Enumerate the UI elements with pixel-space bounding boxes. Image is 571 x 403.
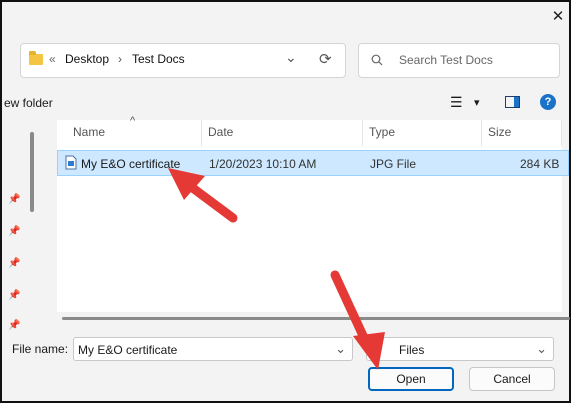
pin-icon: 📌 [8, 194, 21, 205]
close-icon: ✕ [551, 8, 565, 25]
table-row[interactable]: My E&O certificate 1/20/2023 10:10 AM JP… [57, 150, 569, 176]
column-divider[interactable] [561, 120, 562, 146]
breadcrumb-test-docs[interactable]: Test Docs [132, 52, 185, 66]
column-divider[interactable] [201, 120, 202, 146]
overflow-chevron[interactable]: « [49, 52, 56, 66]
image-file-icon [65, 155, 77, 170]
file-open-dialog: ✕ « Desktop › Test Docs ⌄ ⟳ Search Test … [0, 0, 571, 403]
view-options-icon[interactable]: ☰ [450, 94, 463, 111]
pin-icon: 📌 [8, 258, 21, 269]
file-name-cell: My E&O certificate [81, 157, 181, 171]
cancel-button[interactable]: Cancel [469, 367, 555, 391]
open-button[interactable]: Open [368, 367, 454, 391]
file-type-value: Files [399, 343, 425, 357]
file-list: ^ Name Date Type Size [57, 115, 562, 312]
search-box[interactable]: Search Test Docs [358, 43, 560, 78]
folder-icon [29, 51, 43, 65]
address-dropdown-icon[interactable]: ⌄ [285, 49, 297, 66]
horizontal-scrollbar[interactable] [62, 317, 570, 320]
refresh-icon[interactable]: ⟳ [319, 50, 332, 68]
breadcrumb-separator: › [118, 52, 122, 66]
help-icon[interactable]: ? [540, 94, 556, 110]
file-size-cell: 284 KB [520, 157, 560, 171]
column-header-size[interactable]: Size [488, 125, 511, 139]
address-bar[interactable]: « Desktop › Test Docs ⌄ ⟳ [20, 43, 346, 78]
column-divider[interactable] [362, 120, 363, 146]
nav-scrollbar[interactable] [30, 132, 34, 212]
column-header-name[interactable]: Name [73, 125, 105, 139]
sort-indicator-icon: ^ [130, 115, 136, 127]
preview-pane-icon[interactable] [505, 96, 520, 108]
column-header-date[interactable]: Date [208, 125, 233, 139]
file-type-select[interactable]: Files ⌄ [366, 337, 554, 361]
file-name-input[interactable]: My E&O certificate ⌄ [73, 337, 353, 361]
column-divider[interactable] [481, 120, 482, 146]
pin-icon: 📌 [8, 320, 21, 331]
search-icon [371, 54, 383, 66]
file-date-cell: 1/20/2023 10:10 AM [209, 157, 317, 171]
file-name-dropdown-icon[interactable]: ⌄ [335, 341, 346, 357]
column-header-type[interactable]: Type [369, 125, 395, 139]
pin-icon: 📌 [8, 226, 21, 237]
view-dropdown-icon[interactable]: ▾ [474, 96, 480, 109]
new-folder-button[interactable]: ew folder [4, 96, 53, 110]
breadcrumb-desktop[interactable]: Desktop [65, 52, 109, 66]
file-type-dropdown-icon[interactable]: ⌄ [536, 341, 547, 357]
file-name-value: My E&O certificate [78, 343, 178, 357]
close-button[interactable]: ✕ [546, 6, 570, 28]
search-placeholder: Search Test Docs [399, 53, 493, 67]
file-type-cell: JPG File [370, 157, 417, 171]
pin-icon: 📌 [8, 290, 21, 301]
file-name-label: File name: [12, 342, 69, 356]
